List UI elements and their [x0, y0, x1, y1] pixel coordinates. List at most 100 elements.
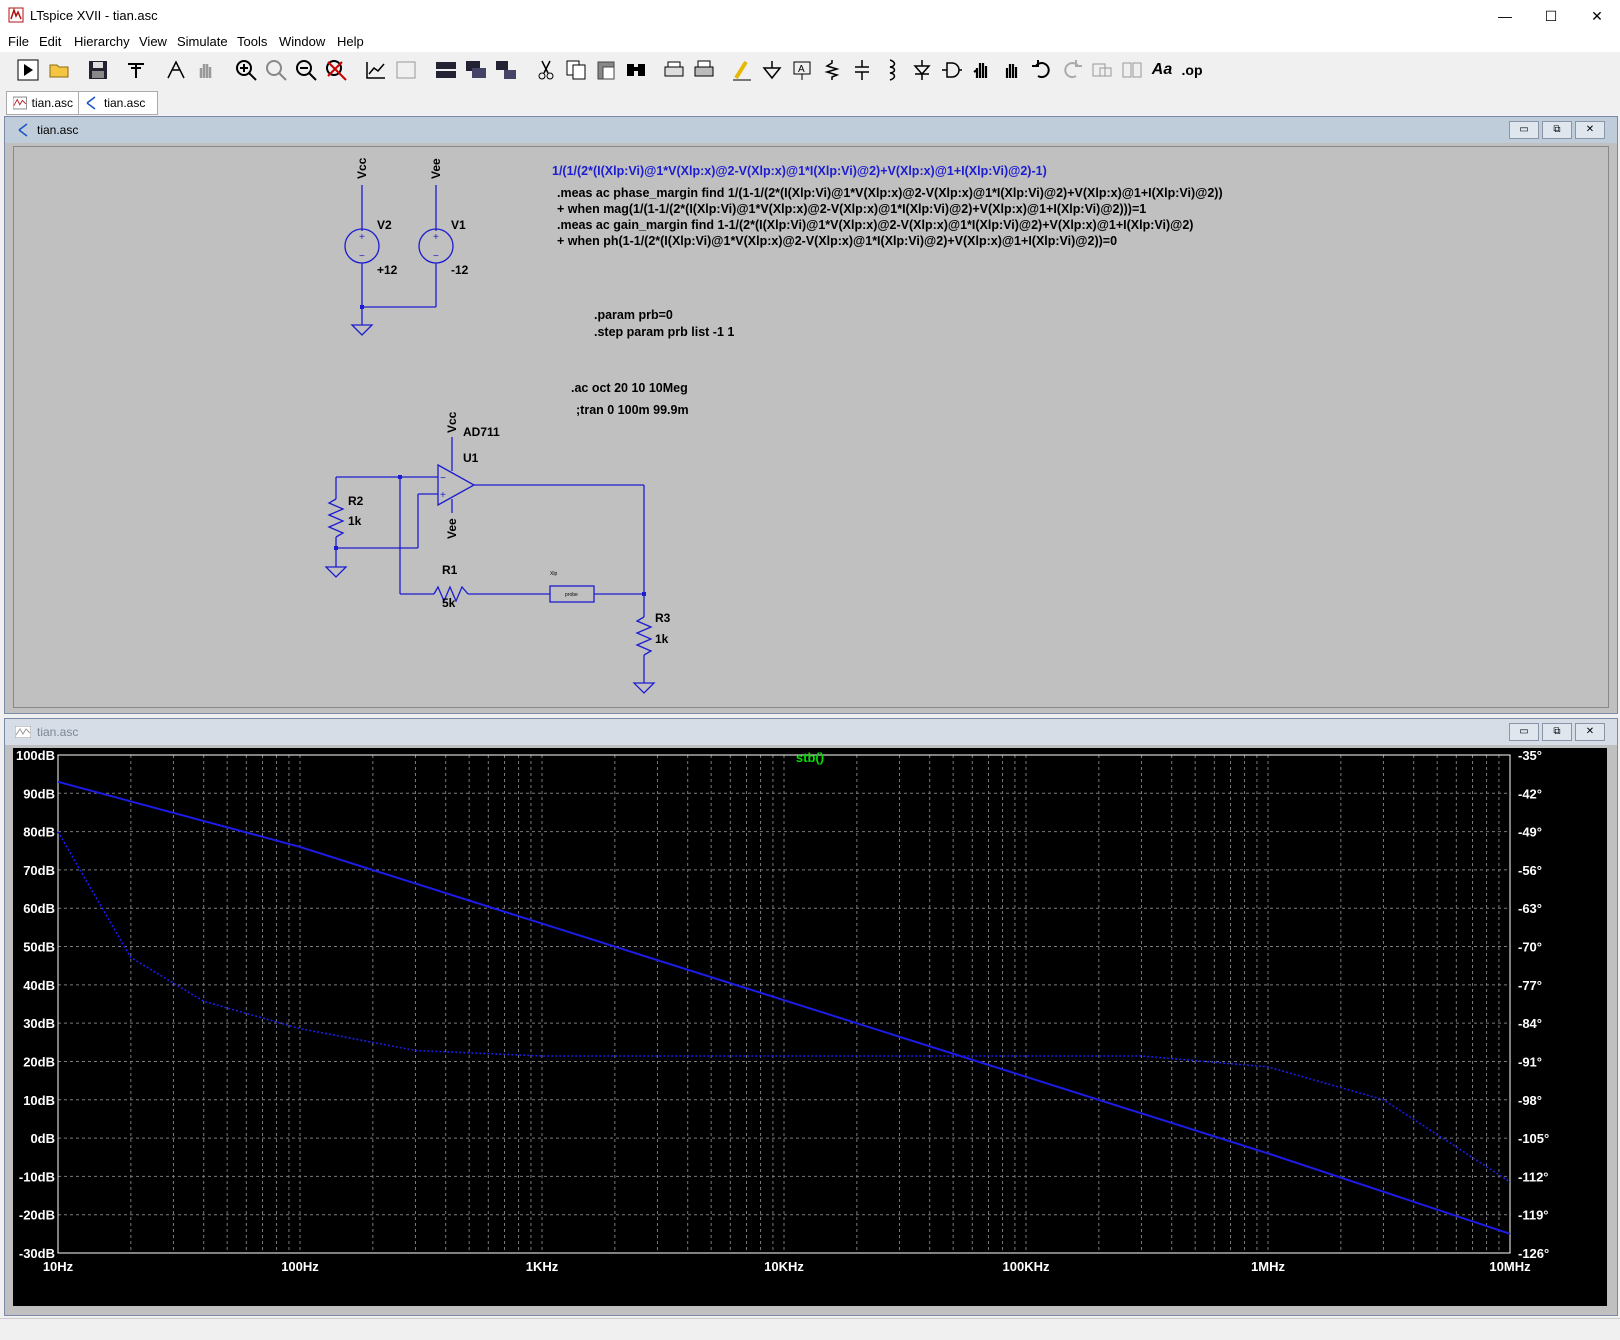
ground-icon[interactable] — [758, 56, 786, 84]
svg-text:−: − — [359, 251, 365, 262]
x-tick-label: 1KHz — [526, 1259, 559, 1274]
draw-wire-icon[interactable] — [728, 56, 756, 84]
drag-icon[interactable] — [998, 56, 1026, 84]
find-icon[interactable] — [622, 56, 650, 84]
mdi-restore-button[interactable]: ⧉ — [1542, 723, 1572, 741]
right-tick-label: -42° — [1518, 786, 1542, 801]
menu-bar: File Edit Hierarchy View Simulate Tools … — [0, 32, 1620, 52]
ac-directive[interactable]: .ac oct 20 10 10Meg — [571, 381, 688, 395]
tab-label: tian.asc — [31, 96, 73, 110]
print-icon[interactable] — [660, 56, 688, 84]
menu-help[interactable]: Help — [337, 34, 364, 49]
menu-edit[interactable]: Edit — [39, 34, 61, 49]
param-directives[interactable]: .param prb=0 .step param prb list -1 1 — [594, 308, 734, 339]
control-panel-icon[interactable] — [122, 56, 150, 84]
schematic-canvas[interactable]: Vcc Vee V2 V1 +12 -12 Vcc Vee AD711 U1 R… — [13, 146, 1609, 708]
tab-waveform[interactable]: tian.asc — [6, 91, 80, 115]
autorange-icon[interactable] — [362, 56, 390, 84]
label-xlp: Xlp — [550, 571, 557, 577]
mdi-close-button[interactable]: ✕ — [1575, 121, 1605, 139]
net-label-vcc-opamp: Vcc — [445, 411, 459, 433]
meas-directives[interactable]: .meas ac phase_margin find 1/(1-1/(2*(I(… — [557, 186, 1223, 248]
spice-directive-icon[interactable]: .op — [1178, 56, 1206, 84]
svg-text:−: − — [433, 251, 439, 262]
undo-icon[interactable] — [1028, 56, 1056, 84]
mirror-icon[interactable] — [1118, 56, 1146, 84]
tile-windows-icon[interactable] — [492, 56, 520, 84]
capacitor-icon[interactable] — [848, 56, 876, 84]
zoom-in-icon[interactable] — [232, 56, 260, 84]
tran-comment[interactable]: ;tran 0 100m 99.9m — [576, 403, 689, 417]
menu-tools[interactable]: Tools — [237, 34, 267, 49]
tile-icon[interactable] — [392, 56, 420, 84]
label-net-icon[interactable]: A — [788, 56, 816, 84]
move-icon[interactable] — [968, 56, 996, 84]
diode-icon[interactable] — [908, 56, 936, 84]
x-axis-ticks: 10Hz 100Hz 1KHz 10KHz 100KHz 1MHz 10MHz — [43, 1259, 1531, 1274]
left-tick-label: 50dB — [23, 940, 55, 955]
maximize-button[interactable]: ☐ — [1528, 0, 1574, 32]
x-tick-label: 10KHz — [764, 1259, 804, 1274]
window-title: LTspice XVII - tian.asc — [30, 8, 158, 23]
halt-icon[interactable] — [162, 56, 190, 84]
junctions — [334, 305, 646, 596]
x-tick-label: 100KHz — [1003, 1259, 1050, 1274]
zoom-cancel-icon[interactable] — [322, 56, 350, 84]
menu-file[interactable]: File — [8, 34, 29, 49]
save-icon[interactable] — [84, 56, 112, 84]
schematic-icon — [86, 96, 96, 110]
open-icon[interactable] — [46, 56, 74, 84]
mdi-minimize-button[interactable]: ▭ — [1509, 723, 1539, 741]
meas-line-3: .meas ac gain_margin find 1-1/(2*(I(Xlp:… — [557, 218, 1193, 232]
paste-icon[interactable] — [592, 56, 620, 84]
right-tick-label: -56° — [1518, 863, 1542, 878]
right-tick-label: -63° — [1518, 901, 1542, 916]
cut-icon[interactable] — [532, 56, 560, 84]
left-tick-label: 80dB — [23, 825, 55, 840]
zoom-area-icon[interactable] — [262, 56, 290, 84]
title-bar: LTspice XVII - tian.asc — ☐ ✕ — [0, 0, 1620, 33]
component-icon[interactable] — [938, 56, 966, 84]
param-line-1: .param prb=0 — [594, 308, 673, 322]
close-button[interactable]: ✕ — [1574, 0, 1620, 32]
zoom-out-icon[interactable] — [292, 56, 320, 84]
mdi-close-button[interactable]: ✕ — [1575, 723, 1605, 741]
left-tick-label: 0dB — [30, 1131, 55, 1146]
schematic-drawing[interactable]: Vcc Vee V2 V1 +12 -12 Vcc Vee AD711 U1 R… — [14, 147, 1608, 707]
text-icon[interactable]: Aa — [1148, 56, 1176, 84]
menu-view[interactable]: View — [139, 34, 167, 49]
expression-directive[interactable]: 1/(1/(2*(I(Xlp:Vi)@1*V(Xlp:x)@2-V(Xlp:x)… — [552, 164, 1047, 178]
inductor-icon[interactable] — [878, 56, 906, 84]
pan-icon[interactable] — [192, 56, 220, 84]
right-tick-label: -70° — [1518, 940, 1542, 955]
mdi-restore-button[interactable]: ⧉ — [1542, 121, 1572, 139]
trace-label-stb[interactable]: stb() — [796, 750, 824, 765]
right-axis-ticks: -35° -42° -49° -56° -63° -70° -77° -84° -91° -98°… — [1518, 748, 1549, 1261]
rotate-icon[interactable] — [1088, 56, 1116, 84]
minimize-button[interactable]: — — [1482, 0, 1528, 32]
run-icon[interactable] — [14, 56, 42, 84]
plot-chart[interactable]: 100dB 90dB 80dB 70dB 60dB 50dB 40dB 30dB 20dB 10d… — [13, 748, 1607, 1306]
mdi-minimize-button[interactable]: ▭ — [1509, 121, 1539, 139]
copy-icon[interactable] — [562, 56, 590, 84]
left-tick-label: 60dB — [23, 901, 55, 916]
print-setup-icon[interactable] — [690, 56, 718, 84]
redo-icon[interactable] — [1058, 56, 1086, 84]
resistor-icon[interactable] — [818, 56, 846, 84]
right-tick-label: -98° — [1518, 1093, 1542, 1108]
label-v1: V1 — [451, 218, 466, 232]
menu-window[interactable]: Window — [279, 34, 325, 49]
tab-schematic[interactable]: tian.asc — [78, 91, 158, 115]
menu-hierarchy[interactable]: Hierarchy — [74, 34, 130, 49]
waveform-icon — [15, 726, 31, 738]
left-tick-label: -10dB — [19, 1169, 55, 1184]
left-tick-label: 100dB — [16, 748, 55, 763]
tile-horizontal-icon[interactable] — [432, 56, 460, 84]
menu-simulate[interactable]: Simulate — [177, 34, 228, 49]
svg-text:+: + — [440, 490, 446, 501]
meas-line-1: .meas ac phase_margin find 1/(1-1/(2*(I(… — [557, 186, 1223, 200]
cascade-icon[interactable] — [462, 56, 490, 84]
schematic-window-titlebar: tian.asc — [5, 117, 1617, 143]
right-tick-label: -91° — [1518, 1054, 1542, 1069]
waveform-plot[interactable]: 100dB 90dB 80dB 70dB 60dB 50dB 40dB 30dB 20dB 10d… — [13, 748, 1607, 1306]
